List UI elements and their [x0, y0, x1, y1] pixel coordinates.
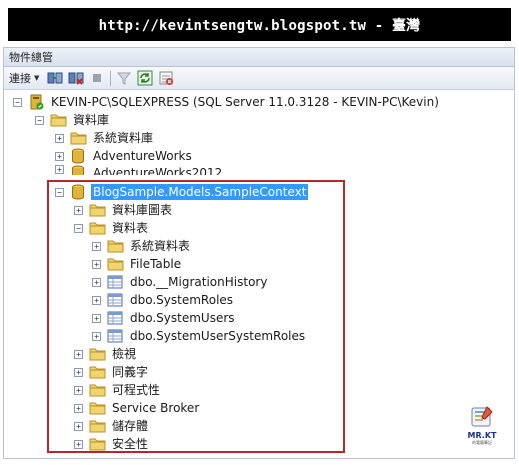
folder-icon — [69, 130, 87, 146]
database-icon — [69, 165, 87, 175]
tree-label-service-broker: Service Broker — [112, 401, 200, 415]
tree-node-programmability[interactable]: + 可程式性 — [74, 381, 162, 399]
tree-node-system-tables[interactable]: + 系統資料表 — [92, 237, 192, 255]
table-icon — [106, 328, 124, 344]
tree-label-system-users: dbo.SystemUsers — [130, 311, 235, 325]
tree-node-service-broker[interactable]: + Service Broker — [74, 399, 201, 417]
table-icon — [106, 274, 124, 290]
tree-node-migration-history[interactable]: + dbo.__MigrationHistory — [92, 273, 269, 291]
folder-icon — [106, 238, 124, 254]
expand-icon[interactable]: + — [74, 421, 83, 431]
tree-node-storage[interactable]: + 儲存體 — [74, 417, 150, 435]
tree-node-system-roles[interactable]: + dbo.SystemRoles — [92, 291, 235, 309]
tree-node-system-user-system-roles[interactable]: + dbo.SystemUserSystemRoles — [92, 327, 307, 345]
logo-name: MR.KT — [467, 431, 497, 440]
tree-node-filetable[interactable]: + FileTable — [92, 255, 183, 273]
tree-label-synonyms: 同義字 — [112, 365, 149, 379]
tree-label-storage: 儲存體 — [112, 419, 149, 433]
tree-node-views[interactable]: + 檢視 — [74, 345, 138, 363]
folder-icon — [88, 418, 106, 434]
tree-node-adventureworks2012[interactable]: + AdventureWorks2012 — [55, 165, 224, 175]
tree-node-tables[interactable]: − 資料表 — [74, 219, 150, 237]
tree-label-filetable: FileTable — [130, 257, 182, 271]
expand-icon[interactable]: + — [92, 259, 101, 269]
tree-label-tables: 資料表 — [112, 221, 149, 235]
collapse-icon[interactable]: − — [55, 187, 64, 197]
tree-label-databases: 資料庫 — [73, 113, 110, 127]
collapse-icon[interactable]: − — [13, 97, 22, 107]
tree-node-adventureworks[interactable]: + AdventureWorks — [55, 147, 194, 165]
tree-label-programmability: 可程式性 — [112, 383, 161, 397]
tree-node-databases[interactable]: − 資料庫 — [35, 111, 111, 129]
tree-label-migration-history: dbo.__MigrationHistory — [130, 275, 268, 289]
tree-label-adventureworks2012: AdventureWorks2012 — [93, 166, 223, 175]
tree-label-blogsample: BlogSample.Models.SampleContext — [91, 184, 309, 200]
tree-label-system-tables: 系統資料表 — [130, 239, 191, 253]
table-icon — [106, 310, 124, 326]
folder-icon — [88, 382, 106, 398]
folder-icon — [88, 436, 106, 452]
expand-icon[interactable]: + — [74, 385, 83, 395]
tree-label-server: KEVIN-PC\SQLEXPRESS (SQL Server 11.0.312… — [51, 95, 439, 109]
tree-node-system-databases[interactable]: + 系統資料庫 — [55, 129, 155, 147]
folder-icon — [49, 112, 67, 128]
tree-node-server[interactable]: − KEVIN-PC\SQLEXPRESS (SQL Server 11.0.3… — [13, 93, 441, 111]
screenshot-frame: http://kevintsengtw.blogspot.tw - 臺灣 物件總… — [0, 0, 519, 465]
table-icon — [106, 292, 124, 308]
collapse-icon[interactable]: − — [35, 115, 44, 125]
tree-label-security: 安全性 — [112, 437, 149, 451]
tree-node-database-diagrams[interactable]: + 資料庫圖表 — [74, 201, 174, 219]
tree-label-system-databases: 系統資料庫 — [93, 131, 154, 145]
folder-icon — [106, 256, 124, 272]
expand-icon[interactable]: + — [74, 205, 83, 215]
tree-node-security[interactable]: + 安全性 — [74, 435, 150, 453]
banner-text: http://kevintsengtw.blogspot.tw - 臺灣 — [98, 17, 421, 34]
collapse-icon[interactable]: − — [74, 223, 83, 233]
expand-icon[interactable]: + — [55, 133, 64, 143]
tree-label-system-roles: dbo.SystemRoles — [130, 293, 234, 307]
expand-icon[interactable]: + — [92, 241, 101, 251]
tree-node-synonyms[interactable]: + 同義字 — [74, 363, 150, 381]
folder-icon — [88, 220, 106, 236]
expand-icon[interactable]: + — [55, 151, 64, 161]
expand-icon[interactable]: + — [92, 313, 101, 323]
tree-node-system-users[interactable]: + dbo.SystemUsers — [92, 309, 237, 327]
tree-label-database-diagrams: 資料庫圖表 — [112, 203, 173, 217]
expand-icon[interactable]: + — [74, 349, 83, 359]
expand-icon[interactable]: + — [92, 277, 101, 287]
logo-tagline: 的電腦筆記 — [472, 440, 492, 445]
folder-icon — [88, 346, 106, 362]
expand-icon[interactable]: + — [74, 367, 83, 377]
tree-label-adventureworks: AdventureWorks — [93, 149, 192, 163]
tree-label-views: 檢視 — [112, 347, 137, 361]
folder-icon — [88, 400, 106, 416]
folder-icon — [88, 364, 106, 380]
expand-icon[interactable]: + — [55, 165, 64, 174]
expand-icon[interactable]: + — [74, 439, 83, 449]
server-icon — [27, 94, 45, 110]
tree-node-blogsample[interactable]: − BlogSample.Models.SampleContext — [55, 183, 309, 201]
logo-notebook-icon — [471, 406, 493, 427]
tree-label-system-user-system-roles: dbo.SystemUserSystemRoles — [130, 329, 306, 343]
object-explorer-tree: − KEVIN-PC\SQLEXPRESS (SQL Server 11.0.3… — [0, 44, 512, 451]
blog-banner: http://kevintsengtw.blogspot.tw - 臺灣 — [8, 8, 511, 41]
mrkt-logo: MR.KT 的電腦筆記 — [462, 405, 502, 455]
database-icon — [69, 184, 87, 200]
expand-icon[interactable]: + — [74, 403, 83, 413]
folder-icon — [88, 202, 106, 218]
expand-icon[interactable]: + — [92, 331, 101, 341]
expand-icon[interactable]: + — [92, 295, 101, 305]
database-icon — [69, 148, 87, 164]
